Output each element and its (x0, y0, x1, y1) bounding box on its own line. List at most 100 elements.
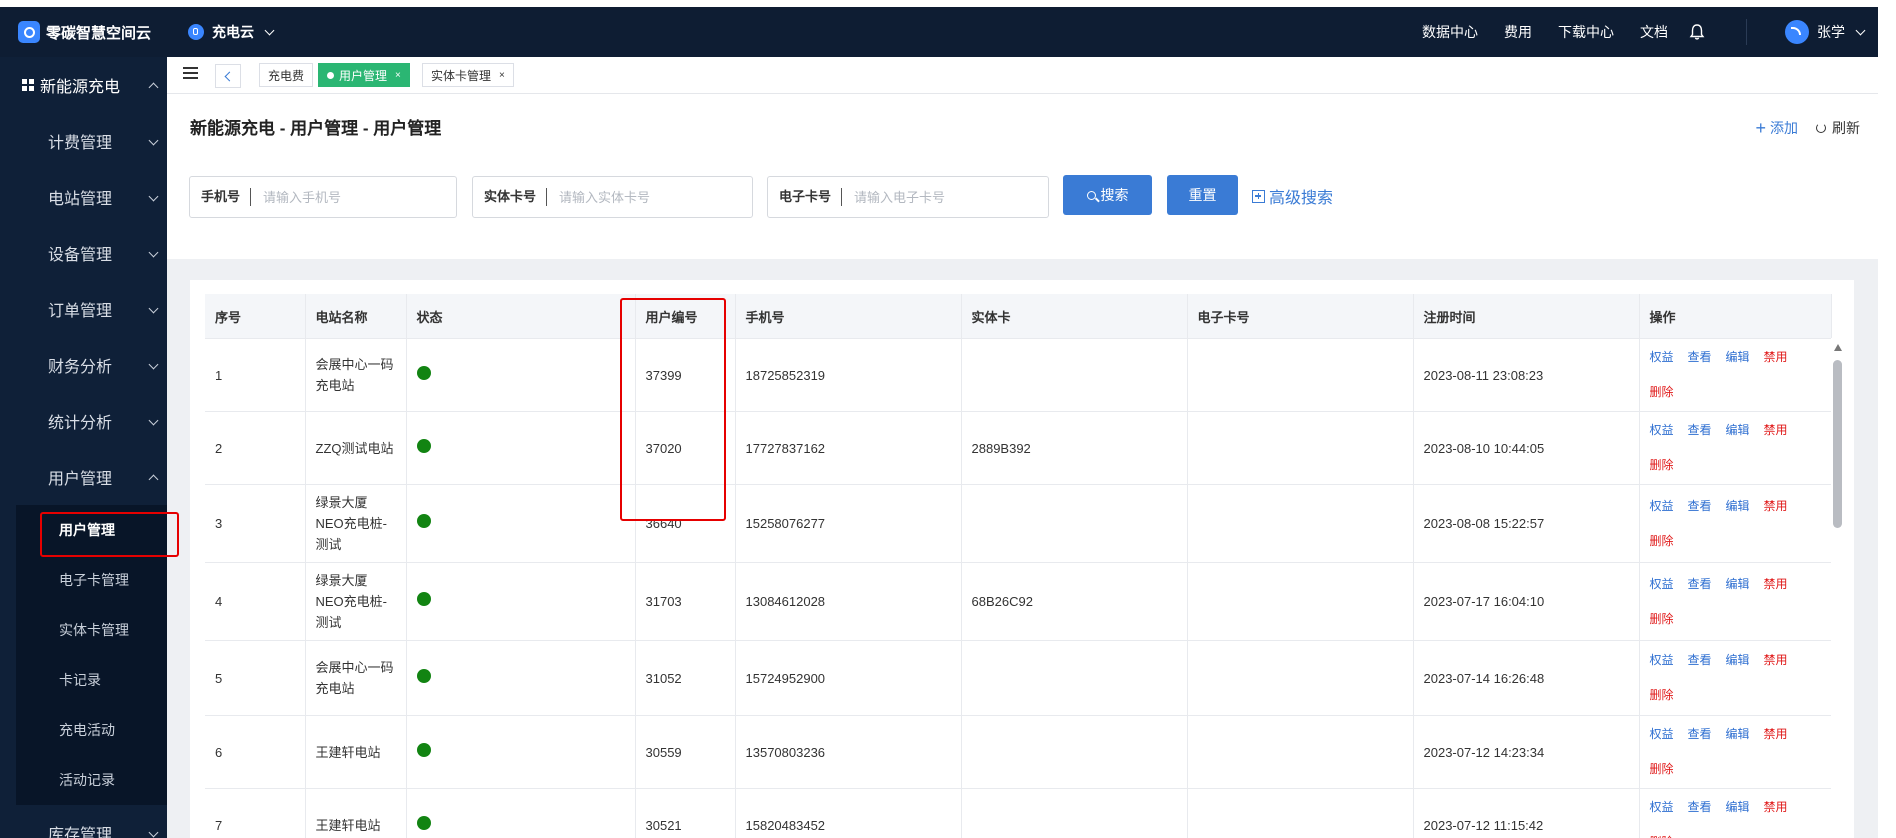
user-table: 序号 电站名称 状态 用户编号 手机号 实体卡 电子卡号 注册时间 操作 1 会展… (205, 294, 1832, 838)
col-header-card: 实体卡 (961, 294, 1188, 339)
chevron-down-icon (148, 359, 159, 370)
sidebar-root-new-energy[interactable]: 新能源充电 (0, 57, 167, 113)
cell-station: 会展中心一码充电站 (305, 640, 407, 716)
advanced-search-button[interactable]: 高级搜索 (1252, 184, 1333, 208)
col-header-ecard: 电子卡号 (1187, 294, 1414, 339)
rights-link[interactable]: 权益 (1650, 496, 1674, 517)
sidebar: 新能源充电 计费管理 电站管理 设备管理 订单管理 财务分析 统计分析 用户管理… (0, 57, 167, 838)
scroll-up-icon[interactable] (1834, 344, 1842, 351)
bell-icon[interactable] (1688, 23, 1706, 41)
sidebar-item-statistics[interactable]: 统计分析 (0, 393, 167, 449)
delete-link[interactable]: 删除 (1650, 832, 1807, 838)
nav-docs[interactable]: 文档 (1640, 22, 1668, 42)
disable-link[interactable]: 禁用 (1764, 724, 1788, 745)
sidebar-item-stations[interactable]: 电站管理 (0, 169, 167, 225)
scroll-thumb[interactable] (1833, 360, 1842, 528)
rights-link[interactable]: 权益 (1650, 420, 1674, 441)
sidebar-item-label: 财务分析 (48, 359, 113, 376)
search-button[interactable]: 搜索 (1063, 175, 1152, 215)
nav-data-center[interactable]: 数据中心 (1422, 22, 1478, 42)
delete-link[interactable]: 删除 (1650, 455, 1807, 476)
refresh-label: 刷新 (1832, 120, 1860, 136)
cell-station: 绿景大厦NEO充电桩-测试 (305, 484, 407, 563)
rights-link[interactable]: 权益 (1650, 347, 1674, 368)
search-label: 搜索 (1100, 187, 1129, 203)
brand[interactable]: 零碳智慧空间云 (18, 21, 168, 43)
cell-station: 会展中心一码充电站 (305, 338, 407, 412)
delete-link[interactable]: 删除 (1650, 382, 1807, 403)
cell-actions: 权益查看编辑禁用删除 (1639, 715, 1832, 789)
edit-link[interactable]: 编辑 (1726, 574, 1750, 595)
delete-link[interactable]: 删除 (1650, 531, 1807, 552)
app-switcher[interactable]: 充电云 (188, 22, 275, 42)
col-header-phone: 手机号 (735, 294, 962, 339)
view-link[interactable]: 查看 (1688, 797, 1712, 818)
edit-link[interactable]: 编辑 (1726, 496, 1750, 517)
rights-link[interactable]: 权益 (1650, 574, 1674, 595)
chevron-down-icon (148, 415, 159, 426)
cell-ecard (1187, 788, 1414, 838)
delete-link[interactable]: 删除 (1650, 759, 1807, 780)
edit-link[interactable]: 编辑 (1726, 347, 1750, 368)
sidebar-item-inventory[interactable]: 库存管理 (0, 805, 167, 838)
search-icon (1086, 190, 1096, 200)
menu-toggle-icon[interactable] (183, 67, 198, 79)
disable-link[interactable]: 禁用 (1764, 650, 1788, 671)
phone-input[interactable] (251, 188, 436, 206)
table-row: 1 会展中心一码充电站 37399 18725852319 2023-08-11 23:… (205, 338, 1832, 412)
sidebar-item-card-management[interactable]: 实体卡管理 (0, 605, 167, 655)
cell-phone: 15820483452 (735, 788, 962, 838)
sidebar-item-user-management[interactable]: 用户管理 (0, 505, 167, 555)
card-filter-label: 实体卡号 (473, 188, 548, 206)
edit-link[interactable]: 编辑 (1726, 724, 1750, 745)
close-icon[interactable]: × (395, 70, 401, 81)
tab-charging-fee[interactable]: 充电费 (259, 63, 314, 87)
sidebar-item-ecard-management[interactable]: 电子卡管理 (0, 555, 167, 605)
tab-card-management[interactable]: 实体卡管理 × (422, 63, 514, 87)
tabs-bar: 充电费 用户管理 × 实体卡管理 × (167, 57, 1878, 94)
cell-station: 王建轩电站 (305, 715, 407, 789)
disable-link[interactable]: 禁用 (1764, 574, 1788, 595)
cell-station: 王建轩电站 (305, 788, 407, 838)
sidebar-item-users[interactable]: 用户管理 (0, 449, 167, 505)
table-scrollbar[interactable] (1831, 338, 1844, 838)
close-icon[interactable]: × (499, 70, 505, 81)
add-button[interactable]: + 添加 (1755, 118, 1798, 138)
sidebar-item-card-records[interactable]: 卡记录 (0, 655, 167, 705)
rights-link[interactable]: 权益 (1650, 797, 1674, 818)
view-link[interactable]: 查看 (1688, 496, 1712, 517)
view-link[interactable]: 查看 (1688, 347, 1712, 368)
tabs-back-button[interactable] (215, 64, 241, 88)
view-link[interactable]: 查看 (1688, 420, 1712, 441)
nav-fees[interactable]: 费用 (1504, 22, 1532, 42)
disable-link[interactable]: 禁用 (1764, 420, 1788, 441)
card-input[interactable] (547, 188, 732, 206)
rights-link[interactable]: 权益 (1650, 650, 1674, 671)
user-menu[interactable]: 张学 (1785, 20, 1866, 44)
rights-link[interactable]: 权益 (1650, 724, 1674, 745)
delete-link[interactable]: 删除 (1650, 609, 1807, 630)
sidebar-item-charging-activity[interactable]: 充电活动 (0, 705, 167, 755)
view-link[interactable]: 查看 (1688, 724, 1712, 745)
main-content: 新能源充电 - 用户管理 - 用户管理 + 添加 刷新 手机号 实体卡号 (167, 94, 1878, 838)
view-link[interactable]: 查看 (1688, 574, 1712, 595)
sidebar-item-activity-records[interactable]: 活动记录 (0, 755, 167, 805)
refresh-button[interactable]: 刷新 (1816, 118, 1860, 138)
sidebar-item-devices[interactable]: 设备管理 (0, 225, 167, 281)
ecard-input[interactable] (842, 188, 1027, 206)
disable-link[interactable]: 禁用 (1764, 347, 1788, 368)
delete-link[interactable]: 删除 (1650, 685, 1807, 706)
tab-user-management[interactable]: 用户管理 × (318, 63, 410, 87)
edit-link[interactable]: 编辑 (1726, 420, 1750, 441)
reset-button[interactable]: 重置 (1167, 175, 1238, 215)
sidebar-item-billing[interactable]: 计费管理 (0, 113, 167, 169)
sidebar-item-finance[interactable]: 财务分析 (0, 337, 167, 393)
edit-link[interactable]: 编辑 (1726, 797, 1750, 818)
view-link[interactable]: 查看 (1688, 650, 1712, 671)
disable-link[interactable]: 禁用 (1764, 797, 1788, 818)
edit-link[interactable]: 编辑 (1726, 650, 1750, 671)
sidebar-item-orders[interactable]: 订单管理 (0, 281, 167, 337)
disable-link[interactable]: 禁用 (1764, 496, 1788, 517)
sidebar-item-label: 库存管理 (48, 827, 113, 838)
nav-download-center[interactable]: 下载中心 (1558, 22, 1614, 42)
